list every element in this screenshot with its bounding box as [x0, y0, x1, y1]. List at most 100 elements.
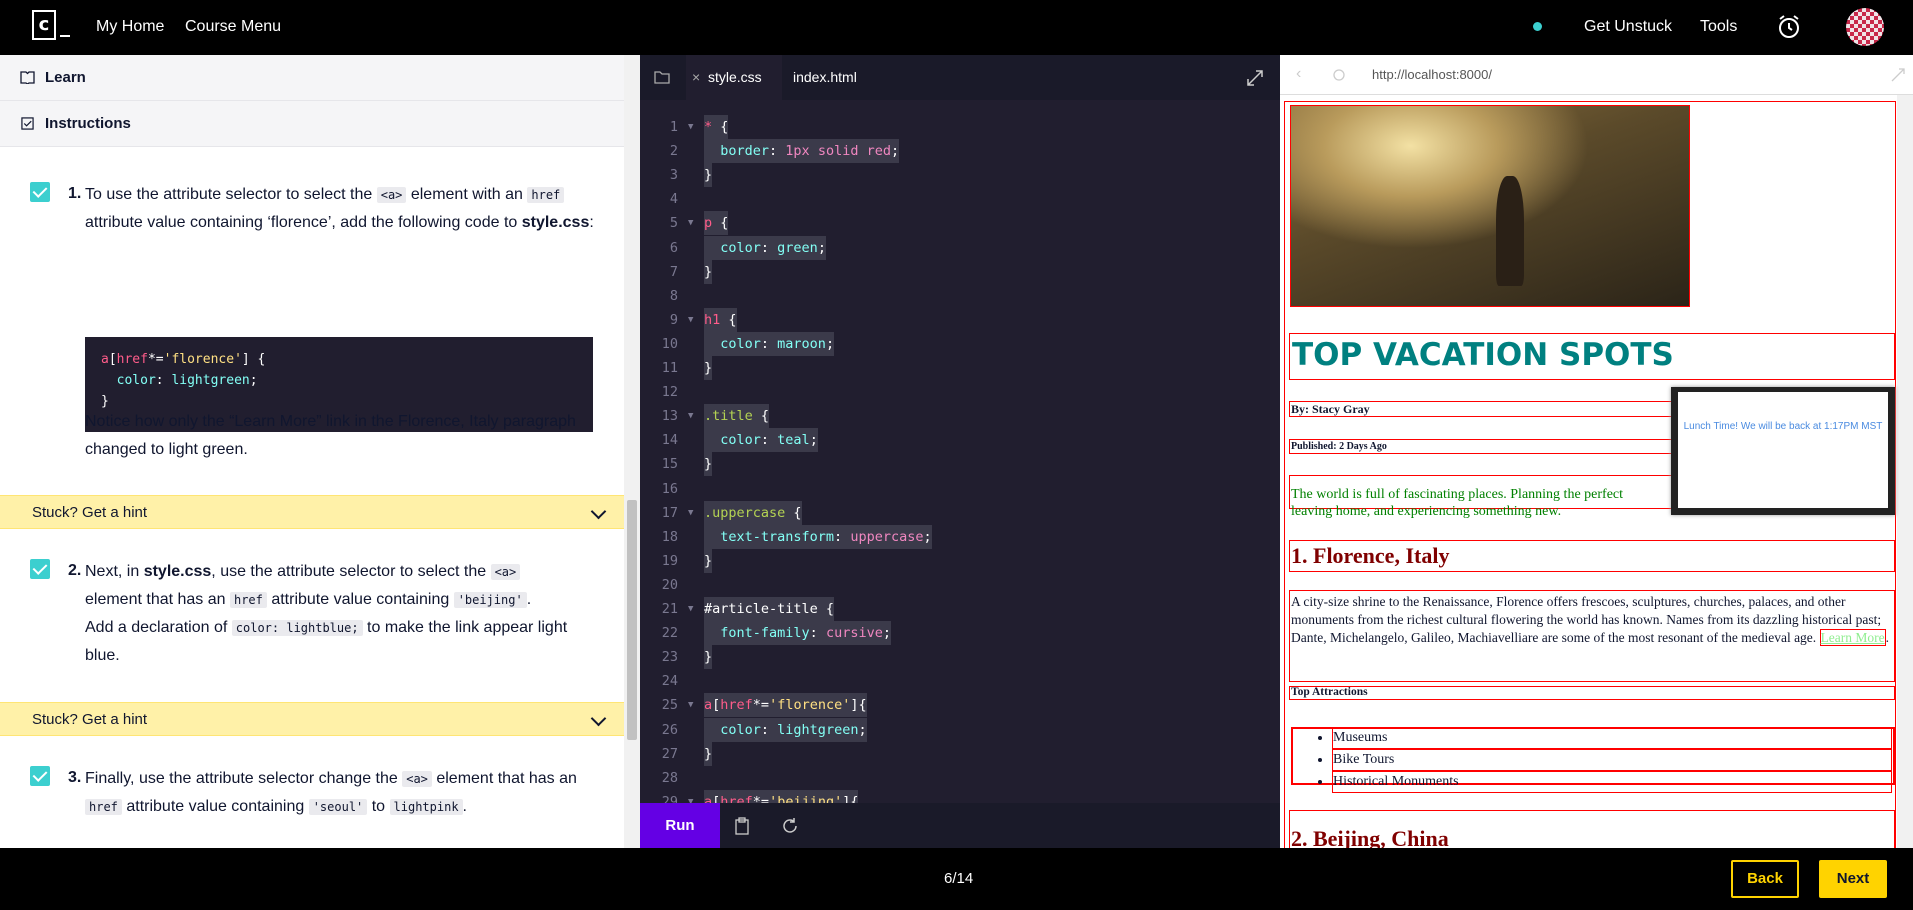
get-unstuck-link[interactable]: Get Unstuck — [1584, 18, 1672, 36]
code-line[interactable]: 13 ▼ .title { — [640, 404, 1280, 429]
expand-preview-icon[interactable] — [1890, 67, 1906, 83]
code-token: : — [760, 239, 778, 256]
line-number: 5 — [669, 215, 678, 232]
code-line[interactable]: 1 ▼ * { — [640, 115, 1280, 139]
tab-index-html[interactable]: index.html — [793, 69, 857, 85]
code-token: } — [704, 552, 713, 569]
fold-icon[interactable]: ▼ — [688, 501, 693, 525]
fold-icon[interactable]: ▼ — [688, 404, 693, 428]
code-line[interactable]: 20 — [640, 573, 1280, 597]
run-bar: Run — [640, 803, 1280, 848]
code-line[interactable]: 8 — [640, 284, 1280, 308]
code-line[interactable]: 9 ▼ h1 { — [640, 307, 1280, 332]
code-line[interactable]: 4 — [640, 187, 1280, 211]
folder-icon[interactable] — [654, 70, 670, 84]
code-line[interactable]: 26 color: lightgreen; — [640, 717, 1280, 742]
code-line[interactable]: 7} — [640, 259, 1280, 284]
back-button[interactable]: Back — [1731, 860, 1799, 898]
code-line[interactable]: 10 color: maroon; — [640, 331, 1280, 356]
line-number: 7 — [669, 263, 678, 280]
my-home-link[interactable]: My Home — [96, 18, 164, 36]
line-number: 21 — [661, 601, 678, 617]
step-3-t1: Finally, use the attribute selector chan… — [85, 770, 403, 787]
hint-bar-1[interactable]: Stuck? Get a hint — [0, 495, 624, 529]
step-3-number: 3. — [68, 769, 82, 786]
fold-icon[interactable]: ▼ — [688, 308, 693, 332]
code-line[interactable]: 12 — [640, 380, 1280, 404]
fold-icon[interactable]: ▼ — [688, 693, 693, 717]
code-token: } — [704, 745, 713, 762]
code-lines[interactable]: 1 ▼ * {2 border: 1px solid red; 3} 4 5 ▼ p {6 c… — [640, 115, 1280, 803]
code-line[interactable]: 25 ▼ a[href*='florence']{ — [640, 693, 1280, 718]
run-button[interactable]: Run — [640, 803, 720, 848]
step-3-code-seoul: 'seoul' — [308, 799, 368, 815]
code-line[interactable]: 17 ▼ .uppercase { — [640, 500, 1280, 525]
close-tab-icon[interactable]: × — [692, 69, 700, 85]
code-token: { — [720, 215, 729, 232]
tools-link[interactable]: Tools — [1700, 18, 1737, 36]
step-3-check-icon[interactable] — [30, 766, 50, 786]
fold-icon[interactable]: ▼ — [688, 790, 693, 803]
preview-scrollbar[interactable] — [1897, 95, 1913, 848]
step-2-check-icon[interactable] — [30, 559, 50, 579]
hint-label: Stuck? Get a hint — [32, 504, 148, 521]
learn-more-link[interactable]: Learn More — [1819, 629, 1886, 646]
fold-icon[interactable]: ▼ — [688, 597, 693, 621]
refresh-icon[interactable] — [781, 817, 799, 835]
url-text[interactable]: http://localhost:8000/ — [1372, 67, 1492, 82]
code-text: #article-title { — [704, 597, 835, 621]
code-line[interactable]: 6 color: green; — [640, 235, 1280, 260]
code-line[interactable]: 21 ▼ #article-title { — [640, 597, 1280, 621]
code-line[interactable]: 24 — [640, 669, 1280, 693]
reload-icon[interactable] — [1332, 68, 1346, 82]
code-editor[interactable]: × style.css index.html 1 ▼ * {2 border: 1p… — [640, 55, 1280, 848]
code-token: : — [834, 528, 851, 545]
code-token: border — [704, 143, 770, 160]
step-1-check-icon[interactable] — [30, 182, 50, 202]
code-line[interactable]: 29 ▼ a[href*='beijing']{ — [640, 789, 1280, 803]
code-line[interactable]: 16 — [640, 477, 1280, 501]
code-token: #article-title — [704, 601, 826, 617]
codecademy-logo[interactable]: c — [32, 10, 72, 40]
code-token: href — [720, 793, 753, 803]
code-line[interactable]: 15} — [640, 452, 1280, 477]
fold-icon[interactable]: ▼ — [688, 115, 693, 139]
code-line[interactable]: 11} — [640, 356, 1280, 380]
left-scrollbar-thumb[interactable] — [627, 500, 637, 740]
course-menu-link[interactable]: Course Menu — [185, 18, 281, 36]
alarm-clock-icon[interactable] — [1776, 14, 1802, 40]
code-token: : — [809, 625, 826, 642]
editor-tabs: × style.css index.html — [640, 55, 1280, 100]
fold-icon[interactable]: ▼ — [688, 211, 693, 235]
next-button[interactable]: Next — [1819, 860, 1887, 898]
step-2-t3: element that has an — [85, 591, 230, 608]
clipboard-icon[interactable] — [734, 817, 750, 835]
code-token: ; — [825, 335, 835, 352]
code-token: ]{ — [842, 793, 859, 803]
hint-bar-2[interactable]: Stuck? Get a hint — [0, 702, 624, 736]
code-line[interactable]: 3} — [640, 163, 1280, 188]
line-number: 26 — [661, 721, 678, 738]
learn-label: Learn — [45, 69, 86, 86]
code-line[interactable]: 19} — [640, 548, 1280, 573]
code-token: href — [720, 697, 753, 714]
code-line[interactable]: 28 — [640, 766, 1280, 790]
code-line[interactable]: 18 text-transform: uppercase; — [640, 524, 1280, 549]
lunch-time-notice: Lunch Time! We will be back at 1:17PM MS… — [1671, 387, 1895, 515]
line-number: 11 — [661, 360, 678, 376]
instructions-header[interactable]: Instructions — [0, 101, 624, 147]
code-text: * { — [704, 115, 729, 139]
code-line[interactable]: 23} — [640, 645, 1280, 670]
back-arrow-icon[interactable]: ‹ — [1296, 65, 1301, 83]
code-token: p — [704, 215, 721, 232]
code-line[interactable]: 27} — [640, 741, 1280, 766]
code-line[interactable]: 5 ▼ p { — [640, 211, 1280, 236]
code-line[interactable]: 22 font-family: cursive; — [640, 621, 1280, 646]
code-line[interactable]: 14 color: teal; — [640, 428, 1280, 453]
learn-header[interactable]: Learn — [0, 55, 624, 101]
expand-icon[interactable] — [1246, 69, 1264, 87]
code-line[interactable]: 2 border: 1px solid red; — [640, 139, 1280, 164]
avatar[interactable] — [1846, 8, 1884, 46]
code-text: } — [704, 259, 713, 284]
code-token: color — [704, 335, 761, 352]
